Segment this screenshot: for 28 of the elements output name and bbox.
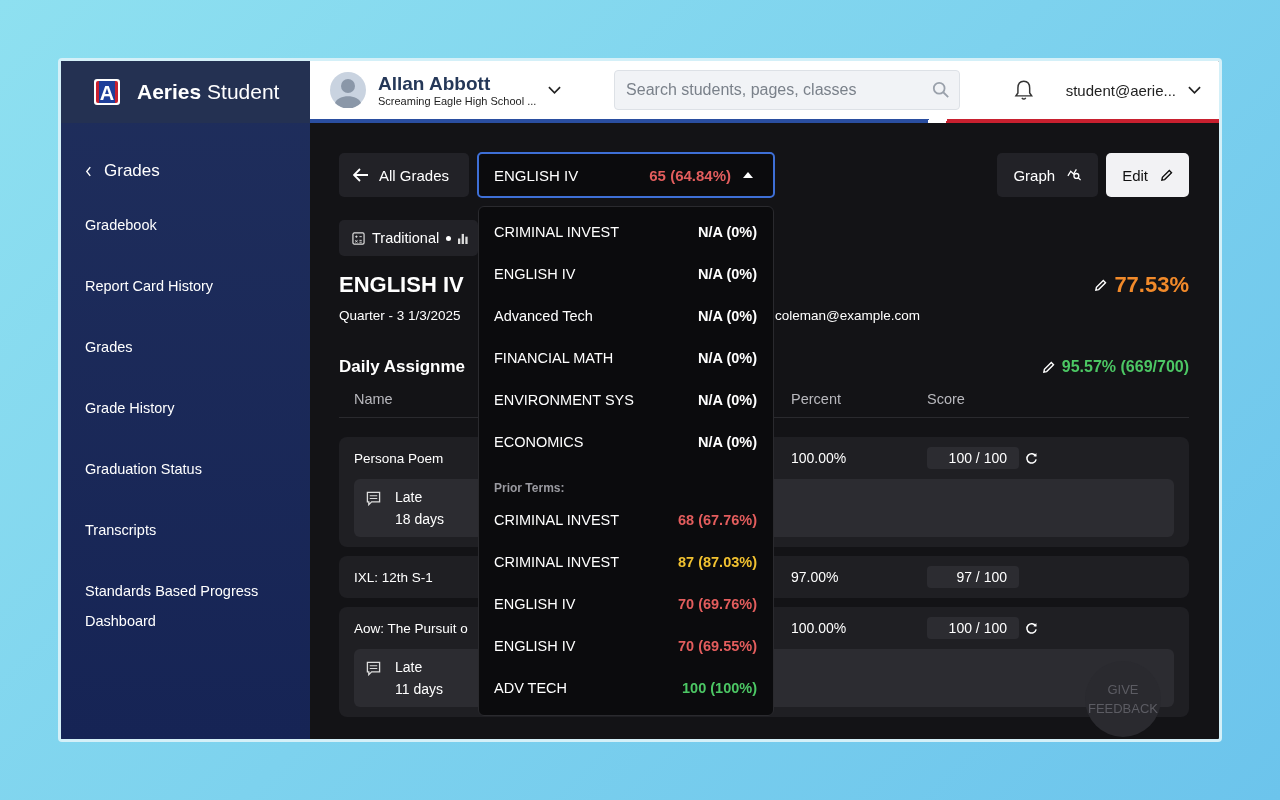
percent-cell-text: 100.00% [791,620,848,636]
overall-grade: 77.53% [1114,272,1189,298]
comment-detail: 11 days [395,681,443,697]
student-name: Allan Abbott [378,73,492,95]
column-header: Name [353,391,394,407]
percent-cell-text: 100.00% [791,450,848,466]
teacher-email: coleman@example.com [775,308,921,323]
section-score: 95.57% (669/700) [1061,358,1189,376]
app-name: Aeries Student [137,80,280,104]
assignment-name: Persona Poem [353,450,445,466]
comment-status: Late [395,659,424,675]
assignment-name: IXL: 12th S-1 [353,569,434,585]
term-dates: Quarter - 3 1/3/2025 [339,308,462,323]
school-name: Screaming Eagle High School ... [378,95,537,107]
view-label: Traditional [372,230,440,246]
section-title: Daily Assignme [339,357,466,377]
course-title: ENGLISH IV [339,272,465,298]
score-pill: 97 / 100 [927,566,1019,588]
comment-detail: 18 days [395,511,445,527]
column-header: Percent [791,391,842,407]
column-header: Score [927,391,966,407]
logo-icon: A [93,78,121,106]
assignment-name: Aow: The Pursuit o [353,620,469,636]
comment-status: Late [395,489,424,505]
score-pill: 100 / 100 [927,447,1019,469]
score-pill: 100 / 100 [927,617,1019,639]
percent-cell-text: 97.00% [791,569,840,585]
group-heading: Prior Terms: [494,480,566,497]
